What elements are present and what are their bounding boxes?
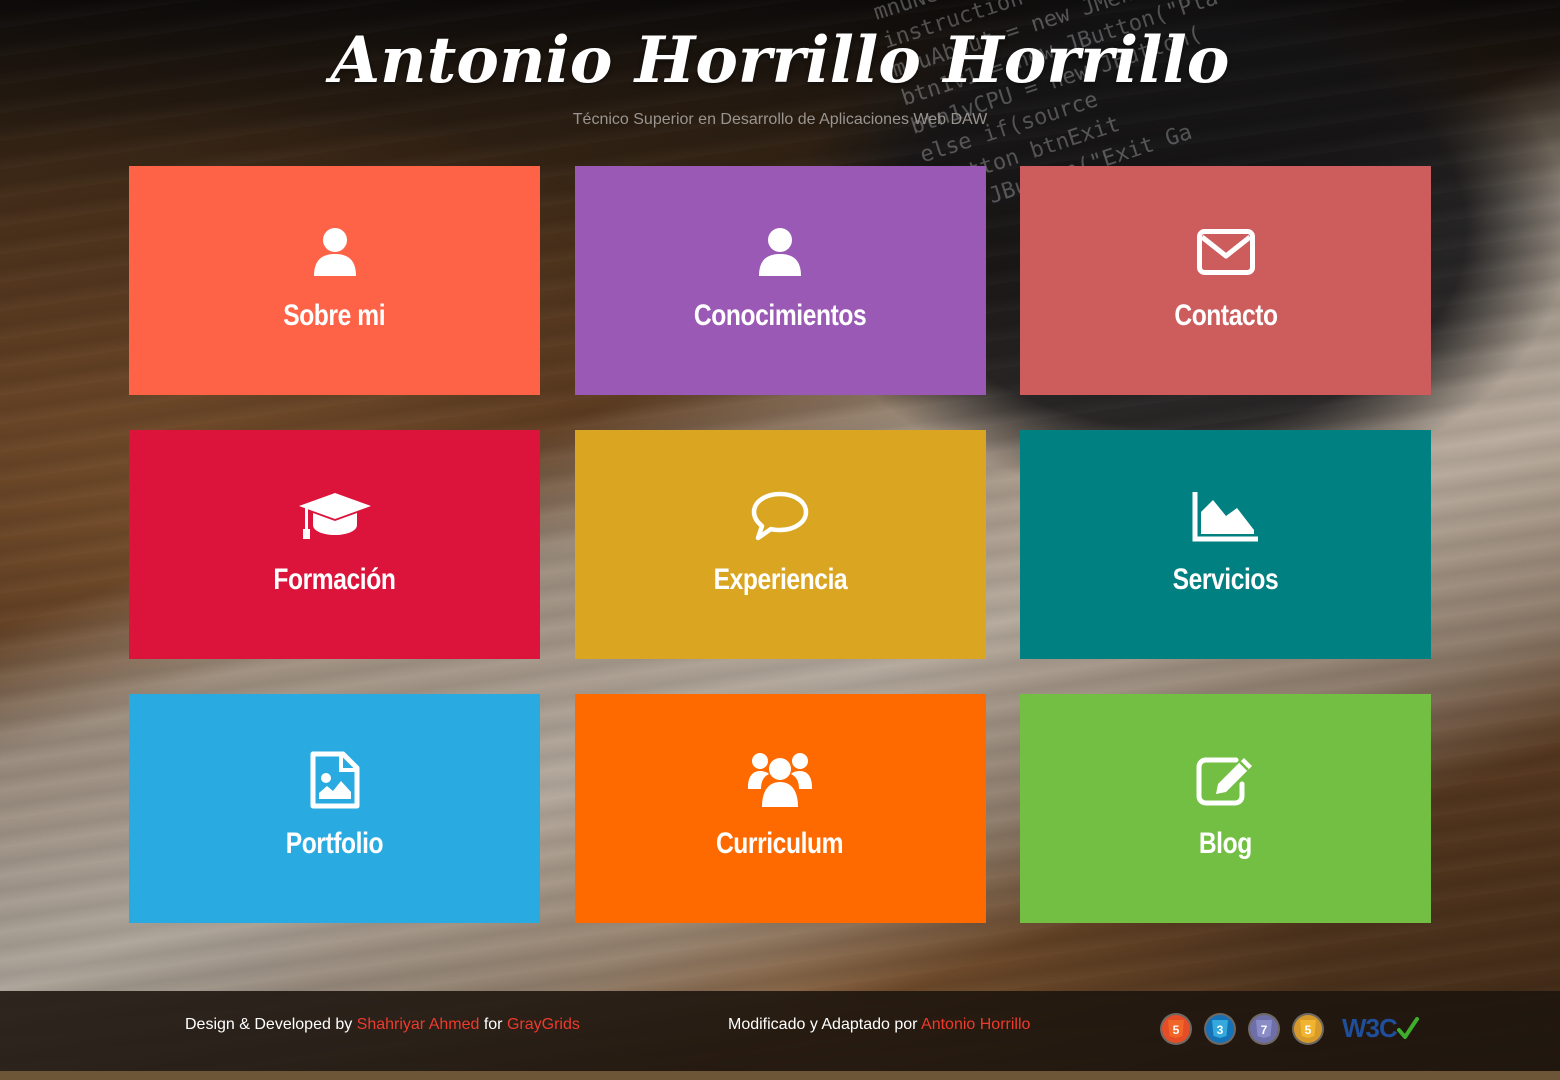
number-7-badge-icon[interactable]: 7 — [1250, 1014, 1278, 1043]
tile-sobre-mi[interactable]: Sobre mi — [129, 166, 540, 395]
tile-experiencia[interactable]: Experiencia — [574, 430, 986, 659]
footer: Design & Developed by Shahriyar Ahmed fo… — [0, 991, 1560, 1071]
area-chart-icon — [1186, 486, 1266, 546]
tile-contacto[interactable]: Contacto — [1020, 166, 1431, 395]
tile-label: Portfolio — [285, 827, 384, 860]
tile-conocimientos[interactable]: Conocimientos — [574, 166, 986, 395]
js-badge-icon[interactable]: 5 — [1294, 1014, 1322, 1043]
menu-grid: Sobre mi Conocimientos Contacto Formació… — [129, 166, 1431, 923]
credit-prefix: Design & Developed by — [185, 1016, 357, 1033]
edit-icon — [1186, 750, 1266, 810]
user-icon — [740, 222, 820, 282]
tile-label: Conocimientos — [693, 299, 867, 332]
credit-for: for — [479, 1016, 507, 1033]
tile-label: Formación — [273, 563, 396, 596]
footer-adaptation-credit: Modificado y Adaptado por Antonio Horril… — [728, 1016, 1030, 1034]
author-link[interactable]: Shahriyar Ahmed — [357, 1016, 480, 1033]
tile-label: Blog — [1198, 827, 1253, 860]
site-title: Antonio Horrillo Horrillo — [330, 23, 1230, 98]
number-7-badge-label: 7 — [1261, 1023, 1268, 1037]
tile-label: Curriculum — [716, 827, 844, 860]
header: Antonio Horrillo Horrillo Técnico Superi… — [0, 18, 1560, 130]
js-badge-label: 5 — [1305, 1023, 1312, 1037]
image-file-icon — [295, 750, 375, 810]
envelope-icon — [1186, 222, 1266, 282]
graduation-cap-icon — [295, 486, 375, 546]
bottom-strip — [0, 1071, 1560, 1080]
tech-badges: 5 3 7 5 W3C — [1162, 1013, 1419, 1044]
css3-badge-icon[interactable]: 3 — [1206, 1014, 1234, 1043]
tile-blog[interactable]: Blog — [1020, 694, 1431, 923]
tile-curriculum[interactable]: Curriculum — [574, 694, 986, 923]
tile-portfolio[interactable]: Portfolio — [129, 694, 540, 923]
html5-badge-label: 5 — [1173, 1023, 1180, 1037]
footer-design-credit: Design & Developed by Shahriyar Ahmed fo… — [185, 1016, 580, 1034]
tile-servicios[interactable]: Servicios — [1020, 430, 1431, 659]
adapter-link[interactable]: Antonio Horrillo — [921, 1016, 1030, 1033]
user-icon — [295, 222, 375, 282]
tile-label: Contacto — [1173, 299, 1278, 332]
speech-bubble-icon — [740, 486, 820, 546]
tile-formacion[interactable]: Formación — [129, 430, 540, 659]
html5-badge-icon[interactable]: 5 — [1162, 1014, 1190, 1043]
checkmark-icon — [1396, 1016, 1419, 1039]
tile-label: Experiencia — [713, 563, 847, 596]
tile-label: Sobre mi — [283, 299, 386, 332]
css3-badge-label: 3 — [1217, 1023, 1224, 1037]
graygrids-link[interactable]: GrayGrids — [507, 1016, 580, 1033]
site-subtitle: Técnico Superior en Desarrollo de Aplica… — [572, 111, 988, 128]
adapted-prefix: Modificado y Adaptado por — [728, 1016, 922, 1033]
w3c-label: W3C — [1342, 1013, 1398, 1043]
users-icon — [740, 750, 820, 810]
w3c-badge[interactable]: W3C — [1342, 1013, 1419, 1044]
tile-label: Servicios — [1172, 563, 1279, 596]
